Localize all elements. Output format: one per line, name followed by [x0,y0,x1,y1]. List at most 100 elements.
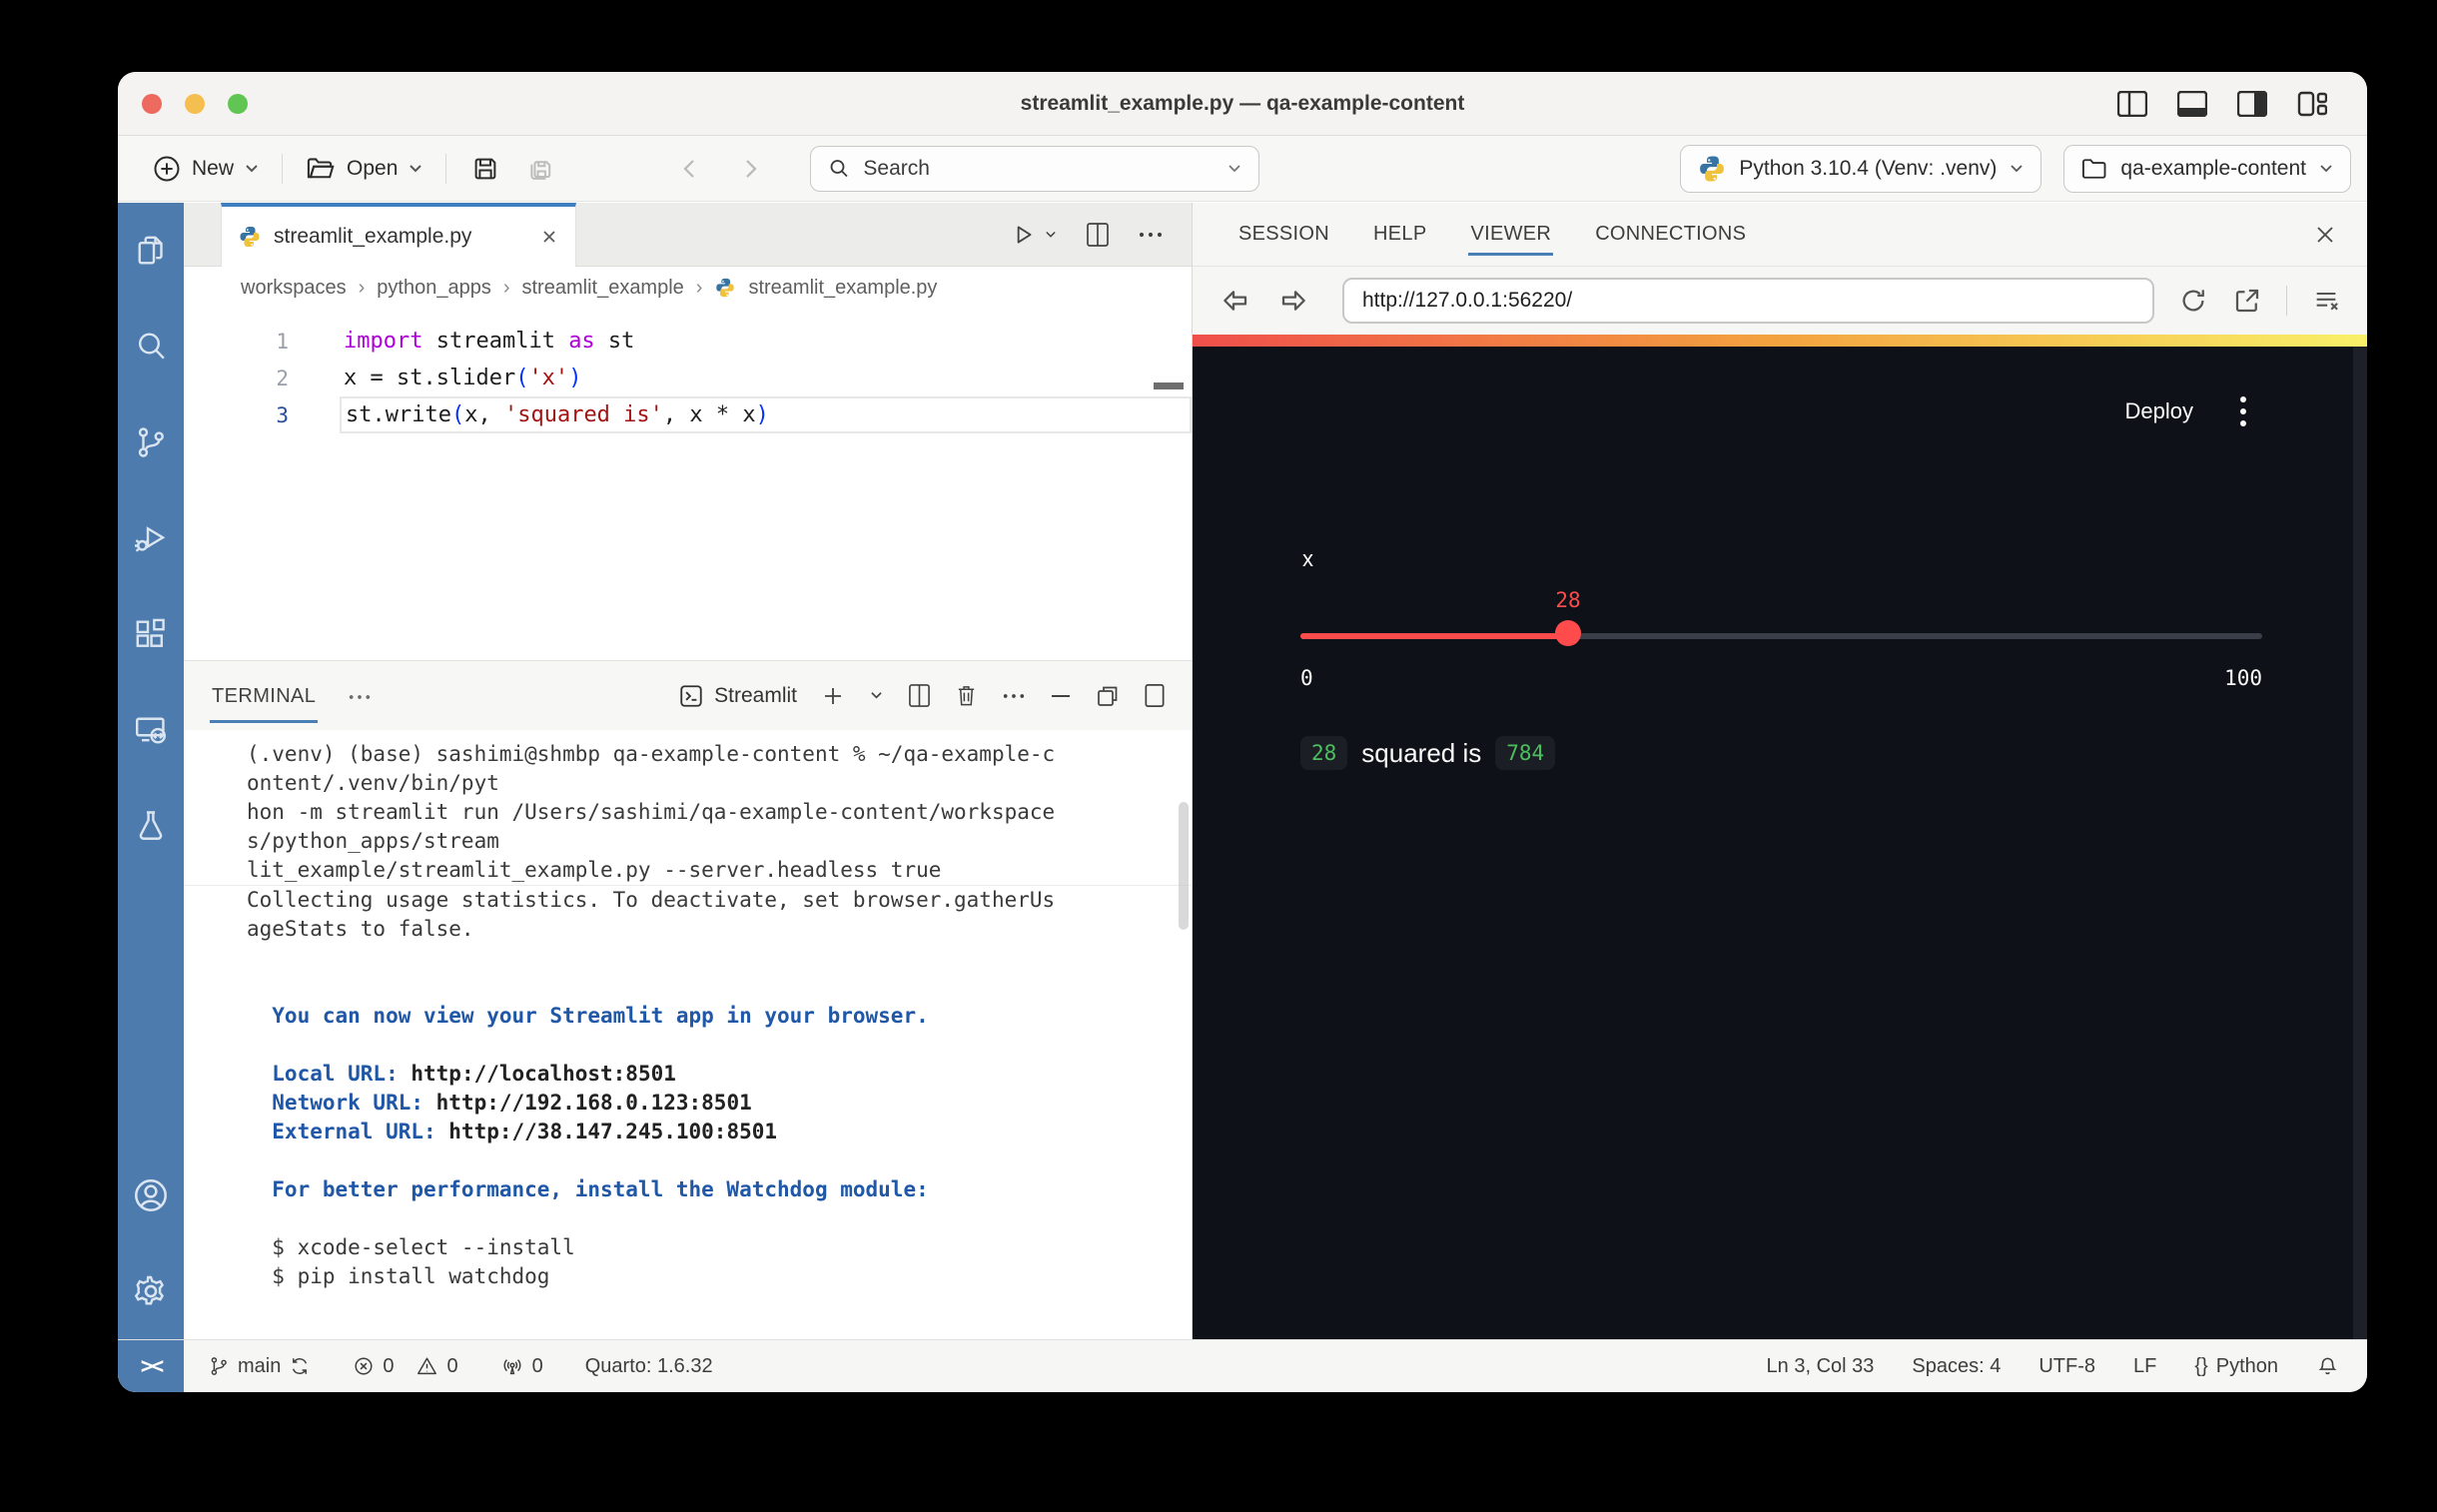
clear-viewer-icon[interactable] [2311,287,2341,315]
slider-thumb[interactable] [1555,620,1581,646]
search-input[interactable]: Search [810,146,1259,192]
tab-terminal[interactable]: TERMINAL [210,685,318,723]
maximize-panel-icon[interactable] [1144,683,1166,708]
python-icon [714,277,736,299]
breadcrumb-item[interactable]: streamlit_example [522,277,684,300]
tab-connections[interactable]: CONNECTIONS [1593,213,1748,256]
terminal-line: For better performance, install the Watc… [247,1175,1192,1204]
app-menu-kebab-icon[interactable] [2239,394,2247,428]
kill-terminal-icon[interactable] [955,683,978,708]
minimize-window-button[interactable] [185,94,205,114]
save-all-icon[interactable] [512,154,568,184]
restore-panel-icon[interactable] [1096,684,1120,708]
code-editor[interactable]: 1import streamlit as st2x = st.slider('x… [184,309,1192,660]
viewer-forward-icon[interactable] [1276,285,1310,317]
project-selector[interactable]: qa-example-content [2063,145,2351,193]
close-tab-icon[interactable] [539,227,559,247]
breadcrumb-separator-icon: › [503,277,510,300]
circle-plus-icon [152,154,182,184]
viewer-scrollbar[interactable] [2353,347,2367,1339]
deploy-button[interactable]: Deploy [2125,398,2193,424]
terminal-session-item[interactable]: Streamlit [678,683,797,709]
quarto-version[interactable]: Quarto: 1.6.32 [585,1355,713,1378]
new-terminal-icon[interactable] [821,684,845,708]
streamlit-app: Deploy x 28 0 100 28 squared is 784 [1193,347,2367,1339]
activity-run-debug-icon[interactable] [118,490,184,586]
code-line[interactable]: 3st.write(x, 'squared is', x * x) [184,396,1192,433]
breadcrumb-item[interactable]: python_apps [377,277,491,300]
code-line-content: x = st.slider('x') [340,360,1192,396]
save-all-icon [524,154,556,184]
notifications-bell-icon[interactable] [2316,1354,2339,1378]
settings-gear-icon[interactable] [118,1243,184,1339]
customize-layout-icon[interactable] [2297,91,2327,117]
code-line[interactable]: 1import streamlit as st [184,323,1192,360]
error-icon [353,1355,375,1377]
split-terminal-icon[interactable] [908,683,931,708]
breadcrumb-item[interactable]: streamlit_example.py [748,277,937,300]
eol-setting[interactable]: LF [2133,1355,2156,1378]
split-editor-icon[interactable] [1086,222,1110,248]
tab-viewer[interactable]: VIEWER [1468,213,1553,256]
url-input[interactable]: http://127.0.0.1:56220/ [1342,278,2154,324]
broadcast-icon [500,1355,524,1377]
viewer-reload-icon[interactable] [2178,286,2208,316]
breadcrumb-item[interactable]: workspaces [241,277,347,300]
close-panel-icon[interactable] [2313,223,2337,247]
code-line[interactable]: 2x = st.slider('x') [184,360,1192,396]
window-title: streamlit_example.py — qa-example-conten… [1021,92,1465,116]
chevron-down-icon [1044,230,1058,240]
toggle-right-sidebar-icon[interactable] [2237,91,2267,117]
activity-extensions-icon[interactable] [118,586,184,682]
tab-session[interactable]: SESSION [1236,213,1331,256]
language-mode[interactable]: {} Python [2194,1355,2278,1378]
activity-remote-explorer-icon[interactable] [118,682,184,778]
terminal-launch-chevron-icon[interactable] [869,690,884,701]
status-bar: >< main 0 0 0 Quarto: 1.6.32 Ln 3, Col 3… [118,1339,2367,1392]
sync-icon [289,1355,311,1377]
terminal-scrollbar[interactable] [1179,802,1189,930]
slider-label: x [1302,546,1313,572]
chevron-down-icon [2318,163,2334,175]
problems-item[interactable]: 0 0 [353,1355,457,1378]
braces-icon: {} [2194,1355,2207,1378]
toggle-left-sidebar-icon[interactable] [2117,91,2147,117]
ports-item[interactable]: 0 [500,1355,543,1378]
minimize-panel-icon[interactable] [1050,693,1072,699]
activity-source-control-icon[interactable] [118,394,184,490]
tab-help[interactable]: HELP [1371,213,1428,256]
close-window-button[interactable] [142,94,162,114]
panel-more-icon[interactable] [348,693,372,701]
account-icon[interactable] [118,1147,184,1243]
editor-scrollbar-mark [1154,382,1184,389]
activity-search-icon[interactable] [118,299,184,394]
language-label: Python [2216,1355,2278,1378]
terminal-line: Collecting usage statistics. To deactiva… [247,886,1192,915]
editor-tab-streamlit-example[interactable]: streamlit_example.py [221,203,576,267]
slider-track[interactable] [1300,633,2262,639]
open-button[interactable]: Open [295,155,433,183]
history-forward-icon[interactable] [740,154,762,184]
result-value-chip: 28 [1300,736,1347,770]
indentation-setting[interactable]: Spaces: 4 [1912,1355,2001,1378]
interpreter-selector[interactable]: Python 3.10.4 (Venv: .venv) [1680,145,2041,193]
save-button[interactable] [458,154,512,184]
cursor-position[interactable]: Ln 3, Col 33 [1767,1355,1875,1378]
zoom-window-button[interactable] [228,94,248,114]
encoding-setting[interactable]: UTF-8 [2038,1355,2095,1378]
activity-explorer-icon[interactable] [118,203,184,299]
activity-testing-icon[interactable] [118,778,184,874]
search-icon [827,157,851,181]
history-back-icon[interactable] [678,154,700,184]
terminal-more-actions-icon[interactable] [1002,692,1026,700]
code-line-content: st.write(x, 'squared is', x * x) [340,396,1192,433]
remote-indicator[interactable]: >< [118,1340,184,1392]
new-button[interactable]: New [142,154,270,184]
terminal-output[interactable]: (.venv) (base) sashimi@shmbp qa-example-… [184,730,1192,1339]
toggle-bottom-panel-icon[interactable] [2177,91,2207,117]
editor-more-actions-icon[interactable] [1138,231,1164,239]
git-branch-item[interactable]: main [208,1355,311,1378]
open-in-browser-icon[interactable] [2232,286,2262,316]
run-file-button[interactable] [1010,222,1058,248]
viewer-back-icon[interactable] [1218,285,1252,317]
